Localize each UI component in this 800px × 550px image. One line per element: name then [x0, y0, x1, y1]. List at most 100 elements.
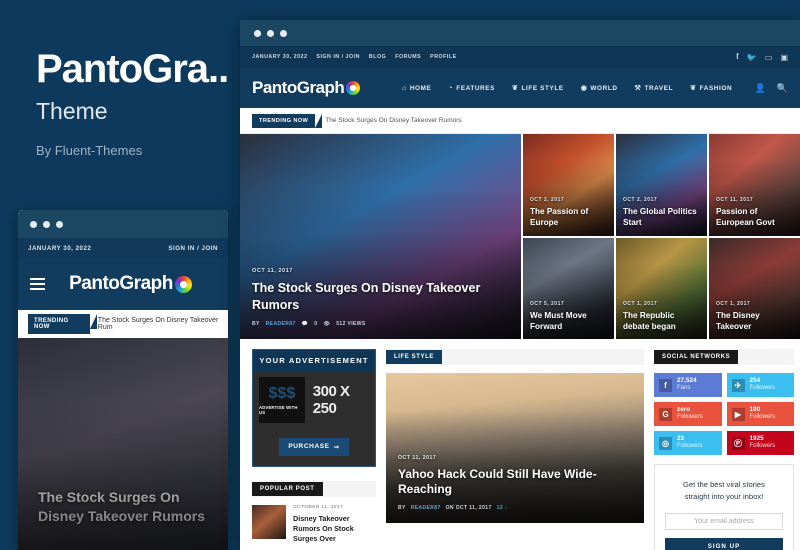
lifestyle-header: LIFE STYLE — [386, 349, 644, 365]
popular-post-date: OCTOBER 11, 2017 — [293, 504, 344, 510]
purchase-button[interactable]: PURCHASE ➞ — [279, 437, 349, 456]
author-link[interactable]: READER87 — [266, 321, 296, 327]
maximize-dot-icon[interactable] — [280, 29, 287, 37]
social-label: Followers — [749, 414, 776, 421]
googleplus-icon: G — [659, 407, 672, 421]
close-dot-icon[interactable] — [30, 220, 37, 228]
comment-count[interactable]: 12 ↓ — [497, 505, 508, 511]
mobile-logo-text: PantoGraph — [69, 273, 173, 294]
topbar-signin-link[interactable]: SIGN IN / JOIN — [316, 54, 360, 60]
main-nav: ⌂ HOME ◔ FEATURES ❦ LIFE STYLE ◉ WORLD ⚒ — [402, 84, 755, 93]
social-count: 23 — [677, 435, 685, 443]
social-counts: 27,524 Fans — [677, 377, 697, 393]
lifestyle-meta: BY READER87 ON OCT 11, 2017 12 ↓ — [398, 505, 632, 511]
page-title: PantoGra.. — [36, 47, 229, 91]
promo-block: PantoGra.. Theme By Fluent-Themes — [36, 48, 236, 158]
social-counts: zero Followers — [677, 406, 703, 422]
trending-headline[interactable]: The Stock Surges On Disney Takeover Rumo… — [325, 117, 461, 124]
mobile-logo[interactable]: PantoGraph — [45, 273, 216, 295]
site-topbar: JANUARY 30, 2022 SIGN IN / JOIN BLOG FOR… — [240, 46, 800, 68]
social-counts: 23 Followers — [677, 435, 703, 451]
instagram-icon[interactable]: ▣ — [780, 53, 788, 62]
nav-item-fashion[interactable]: ❦ FASHION — [690, 84, 732, 93]
mobile-header: PantoGraph — [18, 258, 228, 310]
hamburger-menu-icon[interactable] — [30, 278, 45, 290]
travel-icon: ⚒ — [634, 85, 642, 92]
mobile-signin-link[interactable]: SIGN IN / JOIN — [168, 245, 218, 252]
nav-label: FEATURES — [456, 84, 495, 92]
hero-tile-title: The Disney Takeover — [716, 310, 760, 331]
twitter-icon[interactable]: 🐦 — [747, 53, 757, 62]
close-dot-icon[interactable] — [254, 29, 261, 37]
social-count: zero — [677, 406, 691, 414]
hero-featured-caption: OCT 11, 2017 The Stock Surges On Disney … — [252, 268, 509, 327]
list-item[interactable]: OCTOBER 11, 2017 Disney Takeover Rumors … — [252, 504, 376, 545]
topbar-date: JANUARY 30, 2022 — [252, 54, 308, 60]
hero-featured-card[interactable]: OCT 11, 2017 The Stock Surges On Disney … — [240, 134, 521, 339]
user-icon[interactable]: 👤 — [755, 83, 766, 94]
social-card-facebook[interactable]: f 27,524 Fans — [654, 373, 722, 397]
hero-tile[interactable]: OCT 2, 2017 The Global Politics Start — [616, 134, 707, 236]
social-count: 27,524 — [677, 377, 697, 385]
hero-tile[interactable]: OCT 11, 2017 Passion of European Govt — [709, 134, 800, 236]
popular-post-tag: POPULAR POST — [252, 481, 323, 496]
facebook-icon[interactable]: 𝐟 — [736, 52, 739, 62]
pinterest-icon: Ⓟ — [731, 436, 745, 450]
rainbow-circle-icon — [346, 81, 361, 95]
topbar-blog-link[interactable]: BLOG — [369, 54, 386, 60]
ad-dollar-sub: ADVERTISE WITH US — [259, 404, 298, 415]
hero-tile[interactable]: OCT 1, 2017 The Republic debate began — [616, 237, 707, 339]
popular-post-thumbnail — [252, 504, 286, 539]
minimize-dot-icon[interactable] — [43, 220, 50, 228]
lifestyle-card[interactable]: OCT 11, 2017 Yahoo Hack Could Still Have… — [386, 373, 644, 523]
social-count: 190 — [749, 406, 761, 414]
social-card-twitter[interactable]: ✈ 254 Followers — [726, 373, 794, 397]
hero-section: OCT 11, 2017 The Stock Surges On Disney … — [240, 134, 800, 339]
signup-button[interactable]: SIGN UP — [665, 538, 783, 550]
social-counts: 1925 Followers — [750, 435, 776, 451]
nav-item-home[interactable]: ⌂ HOME — [402, 84, 431, 92]
social-counts: 190 Followers — [750, 406, 776, 422]
social-card-instagram[interactable]: ◎ 23 Followers — [654, 431, 722, 455]
site-logo[interactable]: PantoGraph — [252, 78, 402, 98]
nav-item-life-style[interactable]: ❦ LIFE STYLE — [512, 84, 564, 93]
mobile-hero-image[interactable]: The Stock Surges On Disney Takeover Rumo… — [18, 338, 228, 550]
nav-label: LIFE STYLE — [521, 84, 564, 92]
site-logo-text: PantoGraph — [252, 78, 345, 97]
hero-featured-title: The Stock Surges On Disney Takeover Rumo… — [252, 281, 481, 313]
nav-item-travel[interactable]: ⚒ TRAVEL — [634, 84, 674, 93]
hero-tile[interactable]: OCT 2, 2017 The Passion of Europe — [523, 134, 614, 236]
minimize-dot-icon[interactable] — [267, 29, 274, 37]
social-card-pinterest[interactable]: Ⓟ 1925 Followers — [726, 431, 794, 455]
hero-tile-title: The Passion of Europe — [530, 207, 589, 228]
hero-tile-grid: OCT 2, 2017 The Passion of Europe OCT 2,… — [523, 134, 800, 339]
ad-title: YOUR ADVERTISEMENT — [259, 356, 369, 365]
hero-tile-caption: OCT 5, 2017 We Must Move Forward — [530, 301, 608, 332]
social-card-youtube[interactable]: ▶ 190 Followers — [726, 402, 794, 426]
email-field[interactable]: Your email address — [665, 513, 783, 531]
features-icon: ◔ — [448, 84, 454, 92]
mobile-trending-bar: TRENDING NOW The Stock Surges On Disney … — [18, 310, 228, 338]
youtube-icon[interactable]: ▭ — [765, 53, 773, 62]
hero-tile-caption: OCT 1, 2017 The Disney Takeover — [716, 301, 794, 332]
nav-item-world[interactable]: ◉ WORLD — [581, 84, 618, 93]
lifestyle-section: LIFE STYLE OCT 11, 2017 Yahoo Hack Could… — [386, 349, 644, 550]
hero-tile[interactable]: OCT 1, 2017 The Disney Takeover — [709, 237, 800, 339]
hero-tile-date: OCT 2, 2017 — [530, 197, 565, 204]
ad-size-label: 300 X 250 — [312, 383, 350, 417]
nav-item-features[interactable]: ◔ FEATURES — [448, 84, 495, 92]
topbar-forums-link[interactable]: FORUMS — [395, 54, 421, 60]
topbar-profile-link[interactable]: PROFILE — [430, 54, 456, 60]
mobile-hero-title: The Stock Surges On Disney Takeover Rumo… — [38, 489, 206, 525]
lifestyle-icon: ❦ — [512, 85, 519, 92]
mobile-preview-window: JANUARY 30, 2022 SIGN IN / JOIN PantoGra… — [18, 210, 228, 550]
comment-count: 0 — [314, 321, 318, 327]
maximize-dot-icon[interactable] — [56, 220, 63, 228]
mobile-trending-text[interactable]: The Stock Surges On Disney Takeover Rum — [98, 317, 228, 331]
social-label: Followers — [749, 385, 776, 392]
search-icon[interactable]: 🔍 — [777, 83, 788, 94]
social-card-googleplus[interactable]: G zero Followers — [654, 402, 722, 426]
hero-tile[interactable]: OCT 5, 2017 We Must Move Forward — [523, 237, 614, 339]
author-link[interactable]: READER87 — [411, 505, 441, 511]
ad-body: $$$ ADVERTISE WITH US 300 X 250 — [253, 371, 375, 429]
